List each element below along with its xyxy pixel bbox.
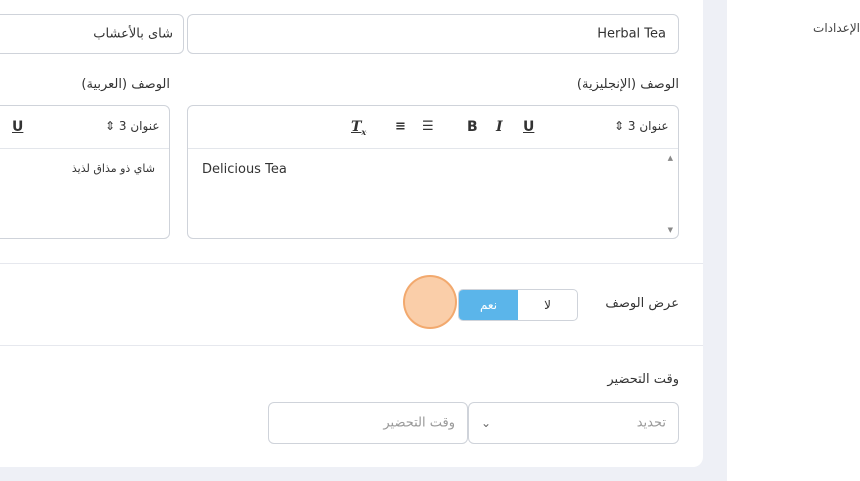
heading-select[interactable]: عنوان 3 ⇕	[614, 119, 668, 133]
bullet-list-icon[interactable]: ☰	[422, 118, 434, 136]
description-english-content: Delicious Tea	[202, 162, 287, 177]
show-description-toggle[interactable]: نعم لا	[458, 289, 578, 321]
description-arabic-label: الوصف (العربية)	[81, 77, 170, 92]
description-english-editor[interactable]: عنوان 3 ⇕ U I B ☰ ≡ Tx Delicious Tea ▲ ▼	[187, 105, 679, 239]
prep-time-unit-placeholder: تحديد	[636, 415, 666, 431]
italic-icon[interactable]: I	[496, 118, 503, 136]
product-form-card: Herbal Tea شاى بالأعشاب الوصف (الإنجليزي…	[0, 0, 703, 467]
sort-icon: ⇕	[614, 119, 625, 133]
prep-time-label: وقت التحضير	[607, 372, 679, 387]
show-description-label: عرض الوصف	[605, 296, 679, 311]
sidebar-item-settings[interactable]: الإعدادات	[813, 21, 860, 35]
description-arabic-editor[interactable]: عنوان 3 ⇕ U شاي ذو مذاق لذيذ	[0, 105, 170, 239]
editor-toolbar: عنوان 3 ⇕ U I B ☰ ≡ Tx	[188, 106, 678, 149]
underline-icon[interactable]: U	[523, 118, 534, 136]
toggle-yes-option[interactable]: نعم	[459, 290, 518, 320]
section-divider	[0, 345, 703, 346]
description-english-label: الوصف (الإنجليزية)	[576, 77, 679, 92]
section-divider	[0, 263, 703, 264]
scroll-up-icon[interactable]: ▲	[668, 154, 673, 162]
toggle-no-option[interactable]: لا	[518, 290, 577, 320]
editor-toolbar-arabic: عنوان 3 ⇕ U	[0, 106, 169, 149]
prep-time-input[interactable]: وقت التحضير	[268, 402, 468, 444]
ordered-list-icon[interactable]: ≡	[395, 118, 406, 136]
name-arabic-input[interactable]: شاى بالأعشاب	[0, 14, 184, 54]
click-indicator	[403, 275, 457, 329]
heading-select-arabic[interactable]: عنوان 3 ⇕	[105, 119, 159, 133]
name-arabic-value: شاى بالأعشاب	[93, 26, 173, 42]
name-english-input[interactable]: Herbal Tea	[187, 14, 679, 54]
scroll-down-icon[interactable]: ▼	[668, 226, 673, 234]
underline-icon[interactable]: U	[12, 118, 23, 136]
bold-icon[interactable]: B	[467, 118, 478, 136]
clear-format-icon[interactable]: Tx	[351, 118, 366, 141]
name-english-value: Herbal Tea	[597, 26, 666, 42]
description-arabic-content: شاي ذو مذاق لذيذ	[71, 162, 155, 175]
prep-time-unit-select[interactable]: ⌄ تحديد	[468, 402, 679, 444]
sort-icon: ⇕	[105, 119, 116, 133]
settings-sidebar: الإعدادات	[727, 0, 860, 481]
chevron-down-icon: ⌄	[481, 416, 492, 430]
prep-time-placeholder: وقت التحضير	[383, 415, 455, 431]
